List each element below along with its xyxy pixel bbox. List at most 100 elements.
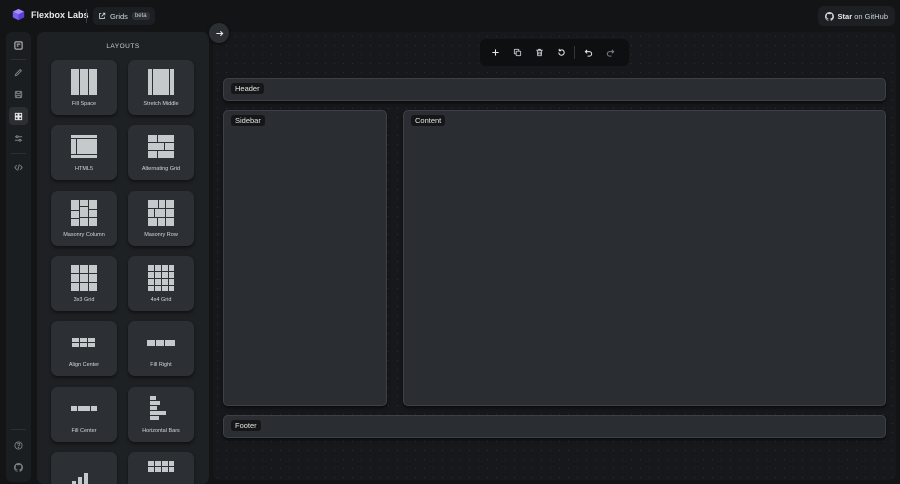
- layout-card-3x3-grid[interactable]: 3x3 Grid: [51, 256, 117, 311]
- html5-layout-icon: [71, 135, 97, 158]
- grid-layout-icon: [148, 461, 174, 472]
- layout-card-align-center[interactable]: Align Center: [51, 321, 117, 376]
- align-center-icon: [72, 338, 95, 347]
- add-icon: [491, 49, 499, 56]
- edit-icon: [14, 68, 23, 76]
- delete-button[interactable]: [528, 42, 550, 64]
- rail-save-button[interactable]: [9, 85, 28, 103]
- grid-icon: [14, 112, 23, 120]
- grid-3x3-icon: [71, 265, 97, 291]
- rail-divider: [11, 59, 26, 60]
- fill-center-icon: [71, 406, 97, 411]
- layout-card-alternating-grid[interactable]: Alternating Grid: [128, 125, 194, 180]
- github-label: Star on GitHub: [838, 12, 888, 21]
- reset-button[interactable]: [550, 42, 572, 64]
- layout-card-label: Align Center: [68, 362, 100, 368]
- grids-link[interactable]: Grids beta: [93, 7, 155, 25]
- undo-icon: [584, 49, 592, 57]
- rail-github-button[interactable]: [9, 458, 28, 476]
- layout-card-label: Masonry Column: [63, 232, 105, 238]
- left-rail: [6, 32, 31, 482]
- region-label: Footer: [231, 420, 261, 431]
- brand[interactable]: Flexbox Labs: [12, 8, 89, 21]
- stretch-middle-icon: [148, 69, 174, 95]
- code-icon: [14, 163, 23, 171]
- layouts-icon: [14, 40, 23, 50]
- reset-icon: [557, 48, 565, 56]
- bar-chart-layout-icon: [72, 473, 88, 484]
- layout-card-label: Stretch Middle: [143, 101, 179, 107]
- grid-4x4-icon: [148, 265, 174, 291]
- duplicate-icon: [513, 48, 521, 57]
- rail-layouts-button[interactable]: [9, 36, 28, 54]
- brand-logo-icon: [12, 8, 25, 21]
- panel-title: LAYOUTS: [106, 43, 140, 50]
- external-link-icon: [99, 12, 106, 19]
- layout-card-label: 4x4 Grid: [150, 297, 172, 303]
- grids-label: Grids: [110, 11, 128, 21]
- fill-right-icon: [147, 340, 175, 346]
- rail-divider: [11, 153, 26, 154]
- top-bar: Flexbox Labs Grids beta Star on GitHub: [0, 0, 900, 31]
- layout-card-label: Fill Right: [150, 362, 172, 368]
- region-label: Sidebar: [231, 115, 265, 126]
- canvas-toolbar: [480, 39, 629, 66]
- layout-card-label: Masonry Row: [144, 232, 178, 238]
- beta-badge: beta: [131, 12, 150, 20]
- rail-help-button[interactable]: [9, 436, 28, 454]
- save-icon: [14, 90, 23, 98]
- layout-card-masonry-column[interactable]: Masonry Column: [51, 191, 117, 246]
- layout-card-label: Fill Space: [71, 101, 97, 107]
- delete-icon: [535, 48, 543, 57]
- header-region[interactable]: Header: [223, 78, 886, 101]
- layout-card-fill-right[interactable]: Fill Right: [128, 321, 194, 376]
- collapse-panel-button[interactable]: [209, 23, 229, 43]
- divider: [86, 9, 87, 23]
- region-label: Content: [411, 115, 446, 126]
- arrow-right-icon: [215, 30, 223, 36]
- masonry-column-icon: [71, 200, 97, 226]
- layout-card-fill-center[interactable]: Fill Center: [51, 387, 117, 442]
- horizontal-bars-icon: [150, 396, 166, 420]
- rail-divider: [11, 429, 26, 430]
- redo-icon: [606, 49, 614, 57]
- sliders-icon: [14, 134, 23, 142]
- layouts-panel: LAYOUTS Fill Space Stretch Middle HTML5 …: [37, 32, 209, 484]
- redo-button[interactable]: [599, 42, 621, 64]
- sidebar-region[interactable]: Sidebar: [223, 110, 387, 406]
- layout-card-html5[interactable]: HTML5: [51, 125, 117, 180]
- layout-card-fill-space[interactable]: Fill Space: [51, 60, 117, 115]
- footer-region[interactable]: Footer: [223, 415, 886, 438]
- add-button[interactable]: [484, 42, 506, 64]
- layout-card-label: Fill Center: [71, 428, 97, 434]
- masonry-row-icon: [148, 200, 174, 226]
- layout-card-horizontal-bars[interactable]: Horizontal Bars: [128, 387, 194, 442]
- help-icon: [14, 440, 23, 450]
- duplicate-button[interactable]: [506, 42, 528, 64]
- rail-edit-button[interactable]: [9, 63, 28, 81]
- github-icon: [14, 462, 23, 472]
- layout-card-label: Horizontal Bars: [142, 428, 180, 434]
- layout-card-stretch-middle[interactable]: Stretch Middle: [128, 60, 194, 115]
- toolbar-divider: [574, 46, 575, 59]
- layout-card-label: 3x3 Grid: [73, 297, 95, 303]
- rail-code-button[interactable]: [9, 158, 28, 176]
- region-label: Header: [231, 83, 264, 94]
- github-rest-text: on GitHub: [852, 11, 888, 21]
- layout-card-masonry-row[interactable]: Masonry Row: [128, 191, 194, 246]
- alternating-grid-icon: [148, 135, 174, 158]
- content-region[interactable]: Content: [403, 110, 886, 406]
- rail-settings-button[interactable]: [9, 129, 28, 147]
- layout-card-label: HTML5: [74, 166, 94, 172]
- layout-card-4x4-grid[interactable]: 4x4 Grid: [128, 256, 194, 311]
- brand-name: Flexbox Labs: [31, 9, 89, 20]
- layout-card-grid[interactable]: [128, 452, 194, 484]
- fill-space-icon: [71, 69, 97, 95]
- github-icon: [824, 11, 834, 21]
- rail-grids-button[interactable]: [9, 107, 28, 125]
- github-star-text: Star: [837, 11, 853, 21]
- layout-card-bar-chart[interactable]: [51, 452, 117, 484]
- undo-button[interactable]: [577, 42, 599, 64]
- star-on-github-button[interactable]: Star on GitHub: [817, 6, 895, 26]
- layout-card-label: Alternating Grid: [141, 166, 181, 172]
